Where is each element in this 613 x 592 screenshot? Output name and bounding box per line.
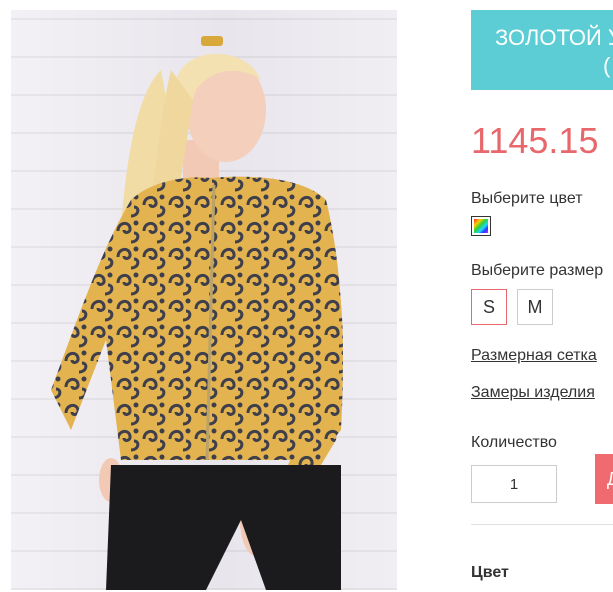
- quantity-label: Количество: [471, 434, 557, 451]
- color-section-title: Цвет: [471, 564, 509, 581]
- rainbow-swatch-icon: [474, 219, 488, 233]
- size-chart-link[interactable]: Размерная сетка: [471, 347, 597, 365]
- color-swatch-multicolor[interactable]: [471, 216, 491, 236]
- divider: [471, 524, 613, 525]
- product-name-banner: ЗОЛОТОЙ У (: [471, 10, 613, 90]
- size-option-s[interactable]: S: [471, 289, 507, 325]
- measurements-link[interactable]: Замеры изделия: [471, 384, 595, 402]
- buy-button[interactable]: Д: [595, 454, 613, 504]
- product-name-line1: ЗОЛОТОЙ У: [495, 25, 613, 50]
- color-label: Выберите цвет: [471, 190, 583, 207]
- quantity-input[interactable]: 1: [471, 465, 557, 503]
- product-photo[interactable]: [11, 10, 397, 590]
- product-name-line2: (: [603, 53, 611, 78]
- product-price: 1145.15: [471, 120, 599, 161]
- size-option-m[interactable]: M: [517, 289, 553, 325]
- size-label: Выберите размер: [471, 262, 604, 279]
